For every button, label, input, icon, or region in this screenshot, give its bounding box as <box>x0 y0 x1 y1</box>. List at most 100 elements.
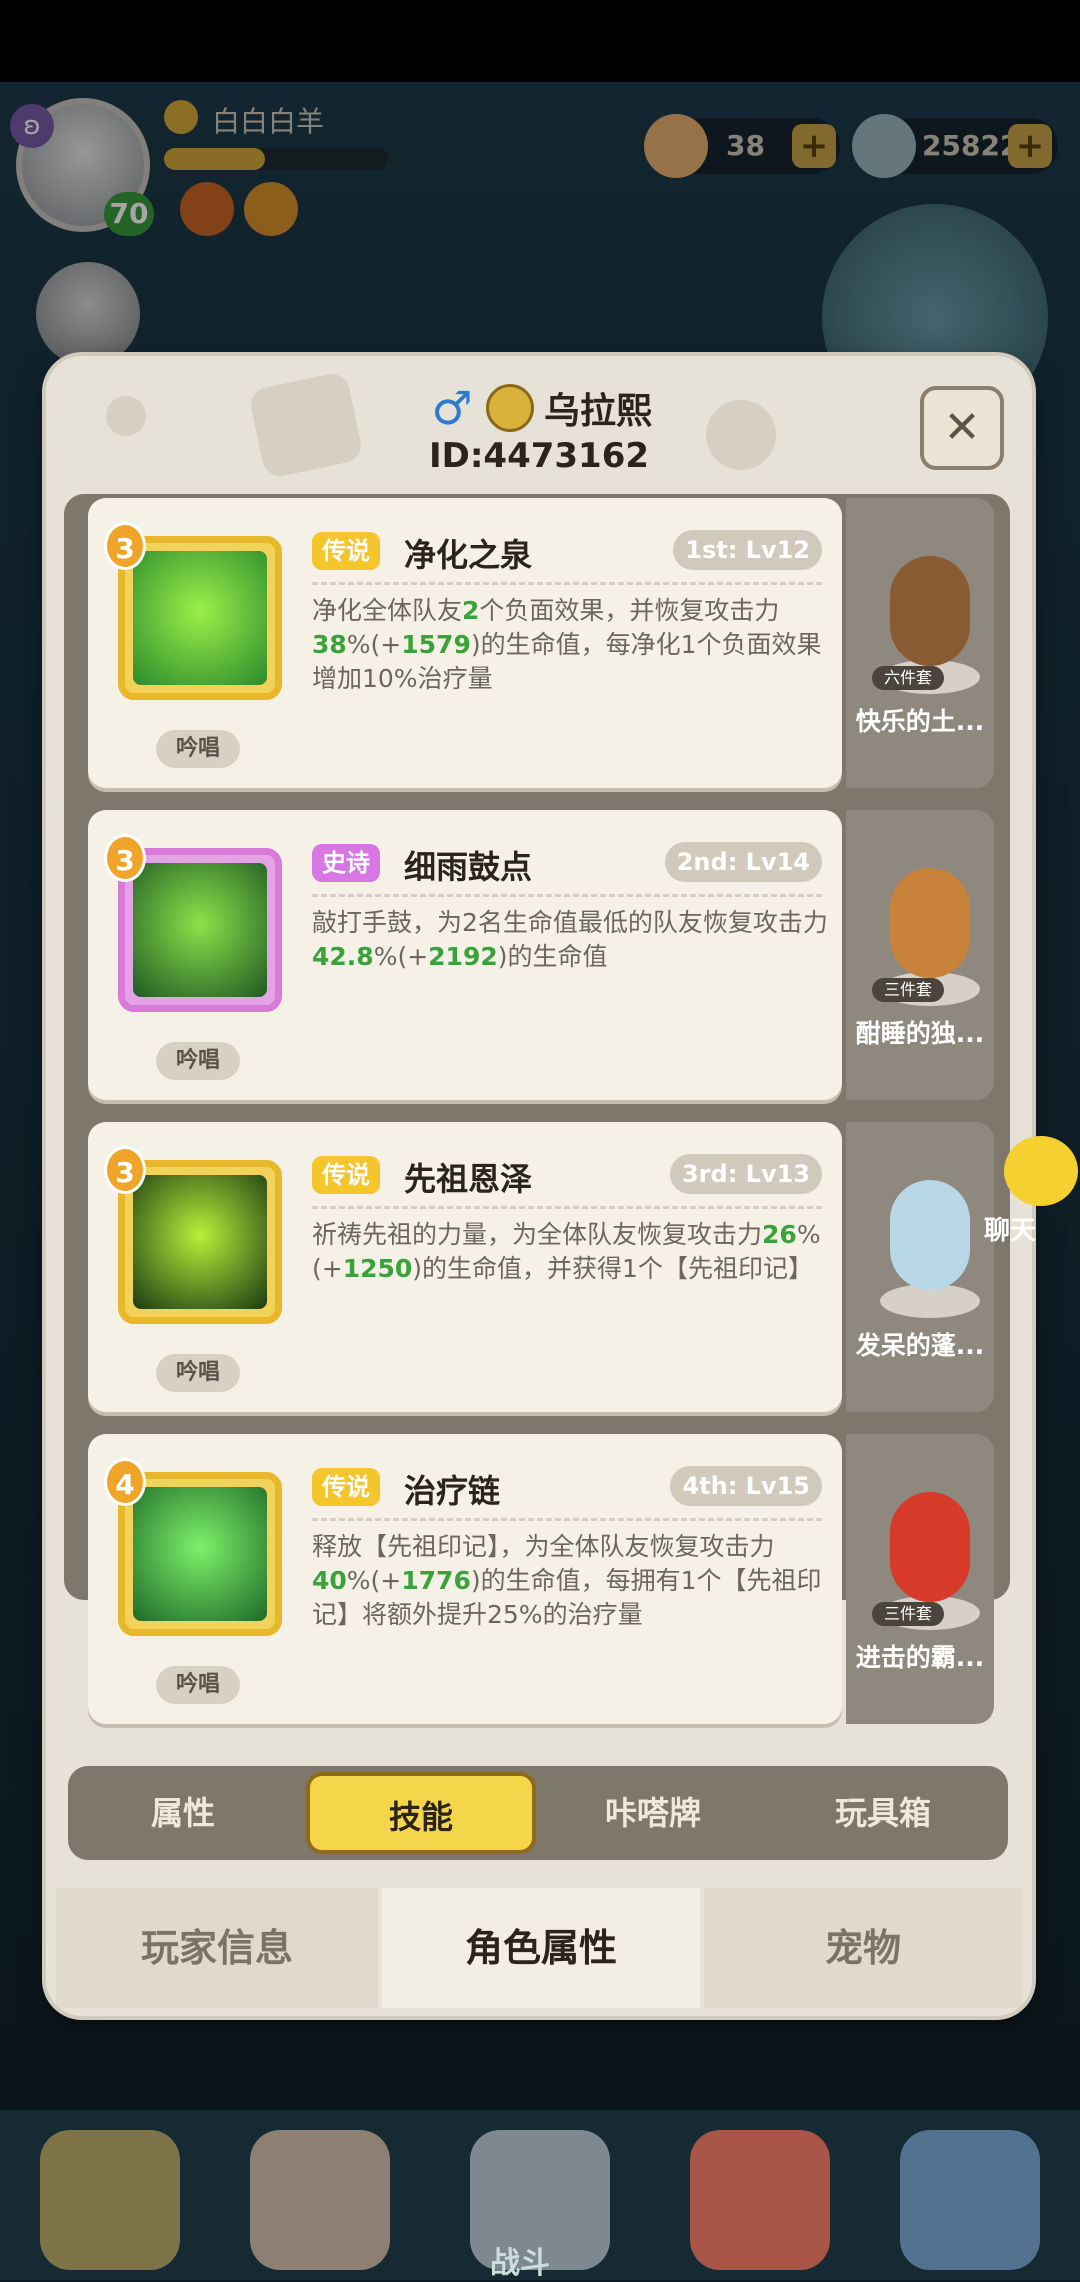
pet-icon <box>890 1180 970 1290</box>
pet-icon <box>690 2130 830 2270</box>
skill-order-badge: 3 <box>104 522 146 570</box>
set-card[interactable]: 三件套进击的霸... <box>846 1434 994 1724</box>
skill-name: 治疗链 <box>404 1472 501 1510</box>
tab-cards[interactable]: 咔嗒牌 <box>538 1766 768 1860</box>
skill-value: 2 <box>462 596 480 625</box>
pet-icon <box>890 868 970 978</box>
skill-desc-text: 个负面效果，并恢复攻击力 <box>479 596 780 625</box>
nav-item-settings[interactable] <box>870 2110 1070 2280</box>
nav-item-character2[interactable] <box>220 2110 420 2280</box>
skill-icon-frame[interactable] <box>118 1160 282 1324</box>
set-tag: 三件套 <box>872 1602 944 1626</box>
pet-figure <box>868 1464 980 1630</box>
skill-desc-text: 释放【先祖印记】，为全体队友恢复攻击力 <box>312 1532 775 1561</box>
chat-icon <box>1004 1136 1078 1206</box>
pet-figure <box>868 840 980 1006</box>
skill-desc-text: %(+ <box>373 942 429 971</box>
pet-icon <box>890 1492 970 1602</box>
nav-battle-label: 战斗 <box>490 2246 550 2281</box>
skill-level-badge: 3rd: Lv13 <box>669 1154 822 1194</box>
nav-item-character1[interactable] <box>10 2110 210 2280</box>
skill-card[interactable]: 3 吟唱 传说 净化之泉 1st: Lv12 净化全体队友2个负面效果，并恢复攻击力 38%… <box>88 498 842 788</box>
skill-icon <box>133 551 267 685</box>
tab-player-info[interactable]: 玩家信息 <box>56 1888 378 2008</box>
skill-value: 1579 <box>401 630 471 659</box>
sing-button[interactable]: 吟唱 <box>156 1354 240 1392</box>
set-card[interactable]: 六件套 快乐的土... <box>846 498 994 788</box>
sub-tab-bar: 属性 技能 咔嗒牌 玩具箱 <box>68 1766 1008 1860</box>
character-face-icon <box>486 384 534 432</box>
sing-button[interactable]: 吟唱 <box>156 1666 240 1704</box>
close-button[interactable]: ✕ <box>920 386 1004 470</box>
character-dialog: ♂ 乌拉熙 ID:4473162 ✕ 3 吟唱 传说 净化之泉 1st: Lv12 净化全… <box>46 356 1032 2016</box>
set-tag: 三件套 <box>872 978 944 1002</box>
nav-item-pet[interactable] <box>660 2110 860 2280</box>
skill-desc-text: )的生命值 <box>497 942 608 971</box>
skill-list[interactable]: 3 吟唱 传说 净化之泉 1st: Lv12 净化全体队友2个负面效果，并恢复攻击力38%… <box>64 494 1010 1724</box>
skill-value: 1250 <box>342 1254 413 1283</box>
skill-description: 释放【先祖印记】，为全体队友恢复攻击力40%(+1776)的生命值，每拥有1个【… <box>312 1530 832 1632</box>
set-card[interactable]: 三件套酣睡的独... <box>846 810 994 1100</box>
set-tag: 六件套 <box>872 666 944 690</box>
skill-value: 42.8 <box>312 942 374 971</box>
skill-card[interactable]: 3 吟唱 传说 先祖恩泽 3rd: Lv13 祈祷先祖的力量，为全体队友恢复攻击力26%(… <box>88 1122 842 1412</box>
tab-skills[interactable]: 技能 <box>306 1772 536 1854</box>
sing-button[interactable]: 吟唱 <box>156 1042 240 1080</box>
tab-pets[interactable]: 宠物 <box>704 1888 1022 2008</box>
sing-button[interactable]: 吟唱 <box>156 730 240 768</box>
divider <box>312 894 822 897</box>
main-tab-bar: 玩家信息 角色属性 宠物 <box>56 1888 1022 2008</box>
tab-toybox[interactable]: 玩具箱 <box>768 1766 998 1860</box>
tab-character-attributes[interactable]: 角色属性 <box>382 1888 700 2008</box>
skill-order-badge: 3 <box>104 1146 146 1194</box>
status-bar <box>0 0 1080 82</box>
skill-level-badge: 4th: Lv15 <box>670 1466 822 1506</box>
character-icon <box>250 2130 390 2270</box>
skill-name: 细雨鼓点 <box>404 848 533 886</box>
set-name: 酣睡的独... <box>855 1019 985 1048</box>
skill-name: 先祖恩泽 <box>404 1160 533 1198</box>
skill-icon-frame[interactable] <box>118 848 282 1012</box>
skill-desc-text: 敲打手鼓，为2名生命值最低的队友恢复攻击力 <box>312 908 828 937</box>
settings-icon <box>900 2130 1040 2270</box>
chat-label: 聊天 <box>984 1216 1037 1246</box>
skill-value: 38 <box>312 630 347 659</box>
pet-icon <box>890 556 970 666</box>
skill-value: 2192 <box>428 942 498 971</box>
character-icon <box>40 2130 180 2270</box>
skill-name: 净化之泉 <box>404 536 533 574</box>
rarity-badge: 史诗 <box>312 844 380 882</box>
skill-description: 祈祷先祖的力量，为全体队友恢复攻击力26%(+1250)的生命值，并获得1个【先… <box>312 1218 832 1286</box>
skill-icon <box>133 1487 267 1621</box>
skill-desc-text: %(+ <box>346 1566 402 1595</box>
skill-desc-text: 祈祷先祖的力量，为全体队友恢复攻击力 <box>312 1220 763 1249</box>
skill-icon-frame[interactable] <box>118 1472 282 1636</box>
skill-icon <box>133 863 267 997</box>
skill-desc-text: 净化全体队友 <box>312 596 463 625</box>
tab-attributes[interactable]: 属性 <box>68 1766 298 1860</box>
divider <box>312 1518 822 1521</box>
set-name: 进击的霸... <box>855 1643 985 1672</box>
skill-card[interactable]: 4 吟唱 传说 治疗链 4th: Lv15 释放【先祖印记】，为全体队友恢复攻击力 40%(… <box>88 1434 842 1724</box>
rarity-badge: 传说 <box>312 1156 380 1194</box>
character-name: 乌拉熙 <box>544 391 653 432</box>
pet-figure <box>868 528 980 694</box>
decor <box>106 396 146 436</box>
divider <box>312 1206 822 1209</box>
pet-figure <box>868 1152 980 1318</box>
skill-card[interactable]: 3 吟唱 史诗 细雨鼓点 2nd: Lv14 敲打手鼓，为2名生命值最低的队友恢复攻击力 4… <box>88 810 842 1100</box>
skill-value: 1776 <box>401 1566 471 1595</box>
skill-level-badge: 1st: Lv12 <box>673 530 822 570</box>
skill-order-badge: 3 <box>104 834 146 882</box>
skill-value: 40 <box>312 1566 347 1595</box>
male-icon: ♂ <box>431 381 473 435</box>
set-name: 发呆的蓬... <box>855 1331 985 1360</box>
chat-button[interactable]: 聊天 <box>964 1136 1078 1246</box>
skill-description: 净化全体队友2个负面效果，并恢复攻击力38%(+1579)的生命值，每净化1个负… <box>312 594 832 696</box>
rarity-badge: 传说 <box>312 532 380 570</box>
skill-value: 26 <box>762 1220 797 1249</box>
skill-description: 敲打手鼓，为2名生命值最低的队友恢复攻击力 42.8%(+2192)的生命值 <box>312 906 832 974</box>
character-id: ID:4473162 <box>428 436 650 476</box>
skill-order-badge: 4 <box>104 1458 146 1506</box>
skill-icon-frame[interactable] <box>118 536 282 700</box>
